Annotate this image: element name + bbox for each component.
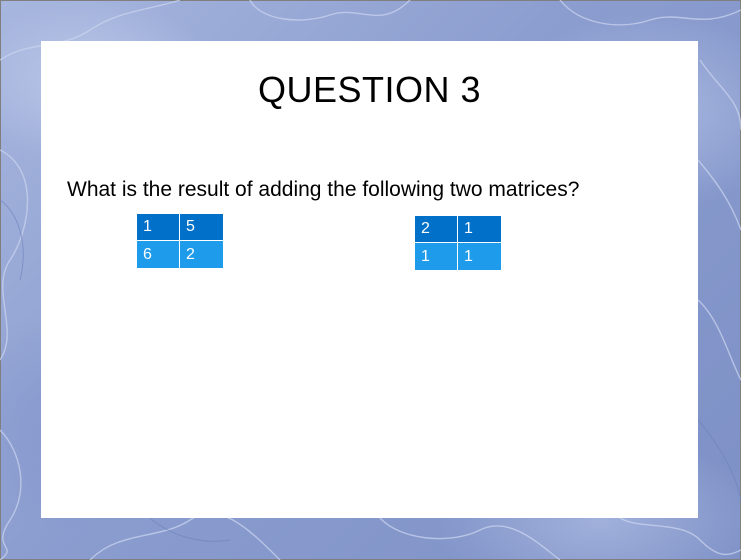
slide-title: QUESTION 3 bbox=[257, 69, 482, 110]
matrix-cell: 1 bbox=[137, 214, 180, 241]
question-text: What is the result of adding the followi… bbox=[67, 178, 580, 201]
matrix-cell: 2 bbox=[180, 241, 223, 268]
matrix-cell: 2 bbox=[415, 216, 458, 243]
matrix-cell: 1 bbox=[415, 243, 458, 270]
matrix-row: 2 1 bbox=[415, 216, 501, 243]
matrix-a: 1 5 6 2 bbox=[137, 214, 223, 268]
matrix-cell: 1 bbox=[458, 216, 501, 243]
matrix-row: 1 5 bbox=[137, 214, 223, 241]
matrix-cell: 1 bbox=[458, 243, 501, 270]
slide: QUESTION 3 What is the result of adding … bbox=[41, 41, 698, 518]
matrix-row: 6 2 bbox=[137, 241, 223, 268]
matrix-cell: 5 bbox=[180, 214, 223, 241]
matrix-cell: 6 bbox=[137, 241, 180, 268]
matrix-row: 1 1 bbox=[415, 243, 501, 270]
matrix-b: 2 1 1 1 bbox=[415, 216, 501, 270]
